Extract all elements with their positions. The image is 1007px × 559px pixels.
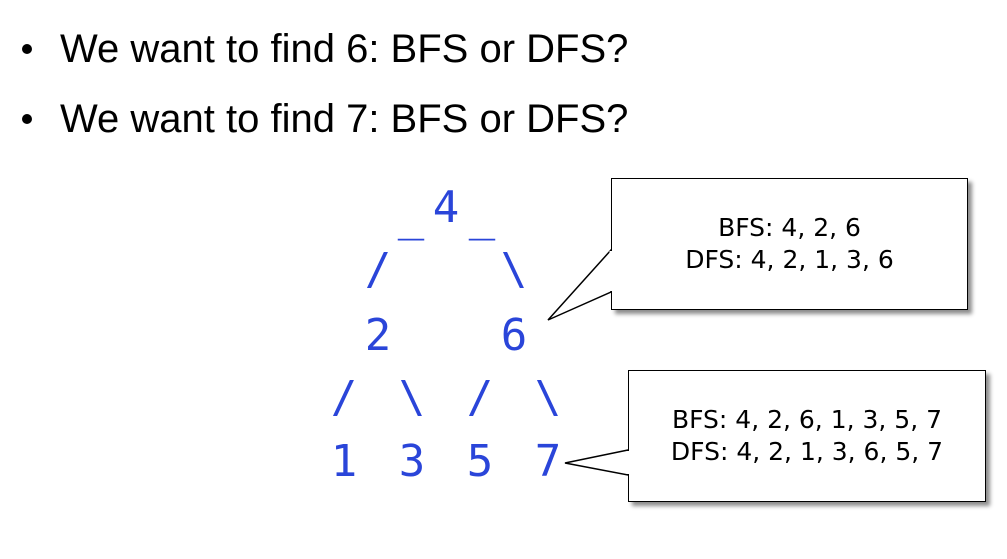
callout-pointer-to-7 <box>564 449 629 476</box>
callout-pointer-to-6 <box>547 248 612 321</box>
callout-pointers <box>547 248 630 476</box>
